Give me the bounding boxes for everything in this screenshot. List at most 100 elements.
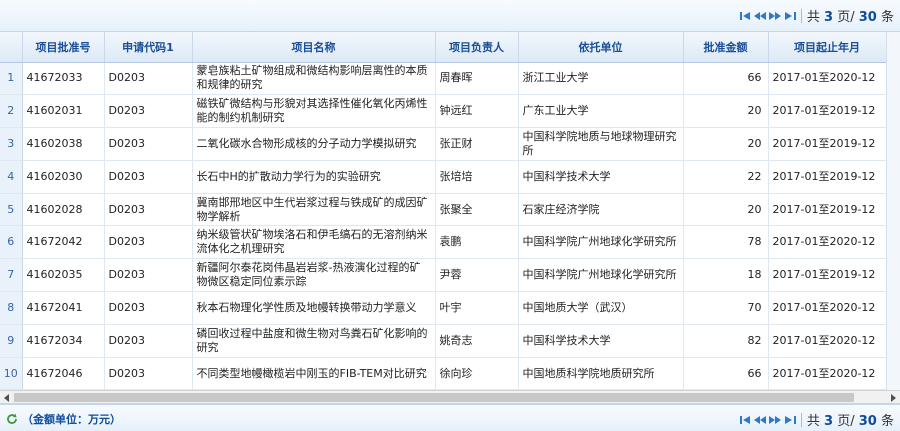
cell-org: 广东工业大学 (518, 94, 684, 129)
table-row[interactable]: 4 41602030 D0203 长石中H的扩散动力学行为的实验研究 张培培 中… (0, 160, 887, 194)
cell-period: 2017-01至2019-12 (768, 94, 887, 129)
last-page-icon[interactable] (784, 9, 797, 23)
cell-leader: 张培培 (435, 160, 519, 194)
refresh-icon[interactable] (6, 413, 18, 425)
row-number: 4 (0, 160, 23, 194)
cell-leader: 张正财 (435, 127, 519, 161)
cell-id: 41602038 (22, 127, 105, 161)
cell-code: D0203 (104, 291, 193, 325)
cell-leader: 徐向珍 (435, 357, 519, 390)
cell-period: 2017-01至2019-12 (768, 258, 887, 293)
pager-info: 共 3 页/ 30 条 (806, 10, 894, 25)
bottom-pager-bar: （金额单位：万元） 共 3 页/ 30 条 (0, 404, 900, 431)
cell-amount: 66 (683, 62, 769, 96)
table-row[interactable]: 10 41672046 D0203 不同类型地幔橄榄岩中刚玉的FIB-TEM对比… (0, 357, 887, 390)
row-number: 7 (0, 258, 23, 293)
cell-org: 中国科学院广州地球化学研究所 (518, 258, 684, 293)
column-header-leader[interactable]: 项目负责人 (435, 32, 519, 63)
pager-separator (800, 412, 802, 427)
prev-page-icon[interactable] (754, 9, 767, 23)
row-number: 9 (0, 324, 23, 358)
horizontal-scrollbar[interactable] (0, 390, 900, 404)
table-row[interactable]: 6 41672042 D0203 纳米级管状矿物埃洛石和伊毛缟石的无溶剂纳米流体… (0, 225, 887, 260)
cell-code: D0203 (104, 62, 193, 96)
cell-org: 中国地质大学（武汉） (518, 291, 684, 325)
amount-unit-text: （金额单位：万元） (22, 413, 121, 426)
results-grid: 项目批准号 申请代码1 项目名称 项目负责人 依托单位 批准金额 项目起止年月 … (0, 32, 900, 390)
table-row[interactable]: 1 41672033 D0203 蒙皂族粘土矿物组成和微结构影响层离性的本质和规… (0, 62, 887, 96)
pager-top: 共 3 页/ 30 条 (738, 6, 894, 25)
total-records: 30 (858, 10, 877, 25)
pager-info: 共 3 页/ 30 条 (806, 414, 894, 429)
cell-code: D0203 (104, 160, 193, 194)
cell-code: D0203 (104, 127, 193, 161)
column-header-id[interactable]: 项目批准号 (22, 32, 105, 63)
cell-name: 磷回收过程中盐度和微生物对鸟粪石矿化影响的研究 (192, 324, 436, 358)
cell-org: 中国科学院广州地球化学研究所 (518, 225, 684, 260)
total-records: 30 (858, 414, 877, 429)
cell-org: 石家庄经济学院 (518, 193, 684, 227)
cell-leader: 周春晖 (435, 62, 519, 96)
pager-bottom: 共 3 页/ 30 条 (738, 410, 894, 429)
row-number: 2 (0, 94, 23, 129)
cell-amount: 66 (683, 357, 769, 390)
cell-period: 2017-01至2020-12 (768, 357, 887, 390)
table-row[interactable]: 9 41672034 D0203 磷回收过程中盐度和微生物对鸟粪石矿化影响的研究… (0, 324, 887, 358)
cell-period: 2017-01至2019-12 (768, 193, 887, 227)
next-page-icon[interactable] (769, 413, 782, 427)
cell-leader: 叶宇 (435, 291, 519, 325)
column-header-period[interactable]: 项目起止年月 (768, 32, 887, 63)
column-header-code[interactable]: 申请代码1 (104, 32, 193, 63)
scroll-left-icon[interactable] (2, 393, 12, 403)
cell-code: D0203 (104, 193, 193, 227)
cell-name: 纳米级管状矿物埃洛石和伊毛缟石的无溶剂纳米流体化之机理研究 (192, 225, 436, 260)
first-page-icon[interactable] (739, 9, 752, 23)
cell-period: 2017-01至2019-12 (768, 160, 887, 194)
last-page-icon[interactable] (784, 413, 797, 427)
cell-id: 41602031 (22, 94, 105, 129)
vertical-scrollbar[interactable] (886, 32, 900, 390)
cell-leader: 姚奇志 (435, 324, 519, 358)
table-row[interactable]: 3 41602038 D0203 二氧化碳水合物形成核的分子动力学模拟研究 张正… (0, 127, 887, 161)
cell-leader: 张聚全 (435, 193, 519, 227)
cell-id: 41672041 (22, 291, 105, 325)
table-row[interactable]: 7 41602035 D0203 新疆阿尔泰花岗伟晶岩岩浆-热液演化过程的矿物微… (0, 258, 887, 293)
row-number: 10 (0, 357, 23, 390)
cell-name: 磁铁矿微结构与形貌对其选择性催化氧化丙烯性能的制约机制研究 (192, 94, 436, 129)
cell-org: 中国地质科学院地质研究所 (518, 357, 684, 390)
table-row[interactable]: 2 41602031 D0203 磁铁矿微结构与形貌对其选择性催化氧化丙烯性能的… (0, 94, 887, 129)
cell-period: 2017-01至2019-12 (768, 127, 887, 161)
cell-amount: 70 (683, 291, 769, 325)
cell-leader: 钟远红 (435, 94, 519, 129)
cell-amount: 18 (683, 258, 769, 293)
total-pages: 3 (824, 10, 834, 25)
row-number-header (0, 32, 23, 63)
cell-id: 41602028 (22, 193, 105, 227)
cell-code: D0203 (104, 94, 193, 129)
column-header-name[interactable]: 项目名称 (192, 32, 436, 63)
cell-amount: 20 (683, 127, 769, 161)
table-row[interactable]: 5 41602028 D0203 冀南邯邢地区中生代岩浆过程与铁成矿的成因矿物学… (0, 193, 887, 227)
cell-period: 2017-01至2020-12 (768, 291, 887, 325)
column-header-org[interactable]: 依托单位 (518, 32, 684, 63)
table-row[interactable]: 8 41672041 D0203 秋本石物理化学性质及地幔转换带动力学意义 叶宇… (0, 291, 887, 325)
cell-org: 浙江工业大学 (518, 62, 684, 96)
row-number: 8 (0, 291, 23, 325)
amount-unit-note: （金额单位：万元） (6, 411, 121, 427)
next-page-icon[interactable] (769, 9, 782, 23)
cell-amount: 20 (683, 193, 769, 227)
cell-id: 41672046 (22, 357, 105, 390)
scroll-right-icon[interactable] (888, 393, 898, 403)
cell-amount: 20 (683, 94, 769, 129)
cell-id: 41672033 (22, 62, 105, 96)
table-header-row: 项目批准号 申请代码1 项目名称 项目负责人 依托单位 批准金额 项目起止年月 (0, 32, 887, 63)
scrollbar-thumb[interactable] (14, 393, 854, 402)
first-page-icon[interactable] (739, 413, 752, 427)
cell-id: 41672042 (22, 225, 105, 260)
cell-amount: 82 (683, 324, 769, 358)
column-header-amount[interactable]: 批准金额 (683, 32, 769, 63)
cell-name: 新疆阿尔泰花岗伟晶岩岩浆-热液演化过程的矿物微区稳定同位素示踪 (192, 258, 436, 293)
prev-page-icon[interactable] (754, 413, 767, 427)
cell-amount: 22 (683, 160, 769, 194)
cell-org: 中国科学技术大学 (518, 324, 684, 358)
